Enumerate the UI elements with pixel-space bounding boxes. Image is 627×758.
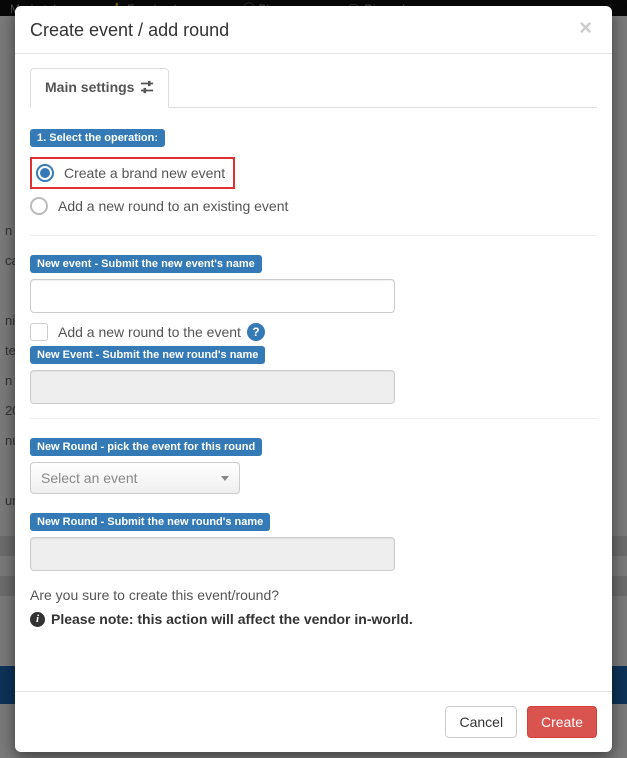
step1-label: 1. Select the operation: [30, 129, 165, 147]
modal-body: Main settings 1. Select the operation: C… [15, 54, 612, 691]
add-round-checkbox-row[interactable]: Add a new round to the event ? [30, 323, 597, 341]
new-round-name-label: New Round - Submit the new round's name [30, 513, 270, 531]
radio-icon [30, 197, 48, 215]
select-placeholder: Select an event [41, 470, 138, 486]
new-event-round-name-input [30, 370, 395, 404]
create-event-modal: Create event / add round × Main settings… [15, 6, 612, 752]
help-icon[interactable]: ? [247, 323, 265, 341]
divider [30, 235, 597, 236]
pick-event-label: New Round - pick the event for this roun… [30, 438, 262, 456]
event-select[interactable]: Select an event [30, 462, 240, 494]
create-button[interactable]: Create [527, 706, 597, 738]
close-button[interactable]: × [573, 16, 598, 40]
modal-title: Create event / add round [30, 20, 597, 41]
new-event-name-label: New event - Submit the new event's name [30, 255, 262, 273]
new-round-name-input [30, 537, 395, 571]
note-row: i Please note: this action will affect t… [30, 611, 597, 627]
modal-footer: Cancel Create [15, 691, 612, 752]
tabs-bar: Main settings [30, 68, 597, 108]
checkbox-icon [30, 323, 48, 341]
radio-label: Add a new round to an existing event [58, 198, 288, 214]
tab-main-settings[interactable]: Main settings [30, 68, 169, 108]
divider [30, 418, 597, 419]
radio-add-round[interactable]: Add a new round to an existing event [30, 191, 597, 221]
checkbox-label: Add a new round to the event [58, 324, 241, 340]
radio-new-event[interactable]: Create a brand new event [30, 157, 235, 189]
new-event-round-name-label: New Event - Submit the new round's name [30, 346, 265, 364]
modal-header: Create event / add round × [15, 6, 612, 54]
info-icon: i [30, 612, 45, 627]
new-event-name-input[interactable] [30, 279, 395, 313]
note-text: Please note: this action will affect the… [51, 611, 413, 627]
radio-label: Create a brand new event [64, 165, 225, 181]
cancel-button[interactable]: Cancel [445, 706, 517, 738]
confirm-text: Are you sure to create this event/round? [30, 587, 597, 603]
tab-label: Main settings [45, 79, 134, 95]
sliders-icon [140, 80, 154, 97]
close-icon: × [579, 15, 592, 40]
radio-icon [36, 164, 54, 182]
